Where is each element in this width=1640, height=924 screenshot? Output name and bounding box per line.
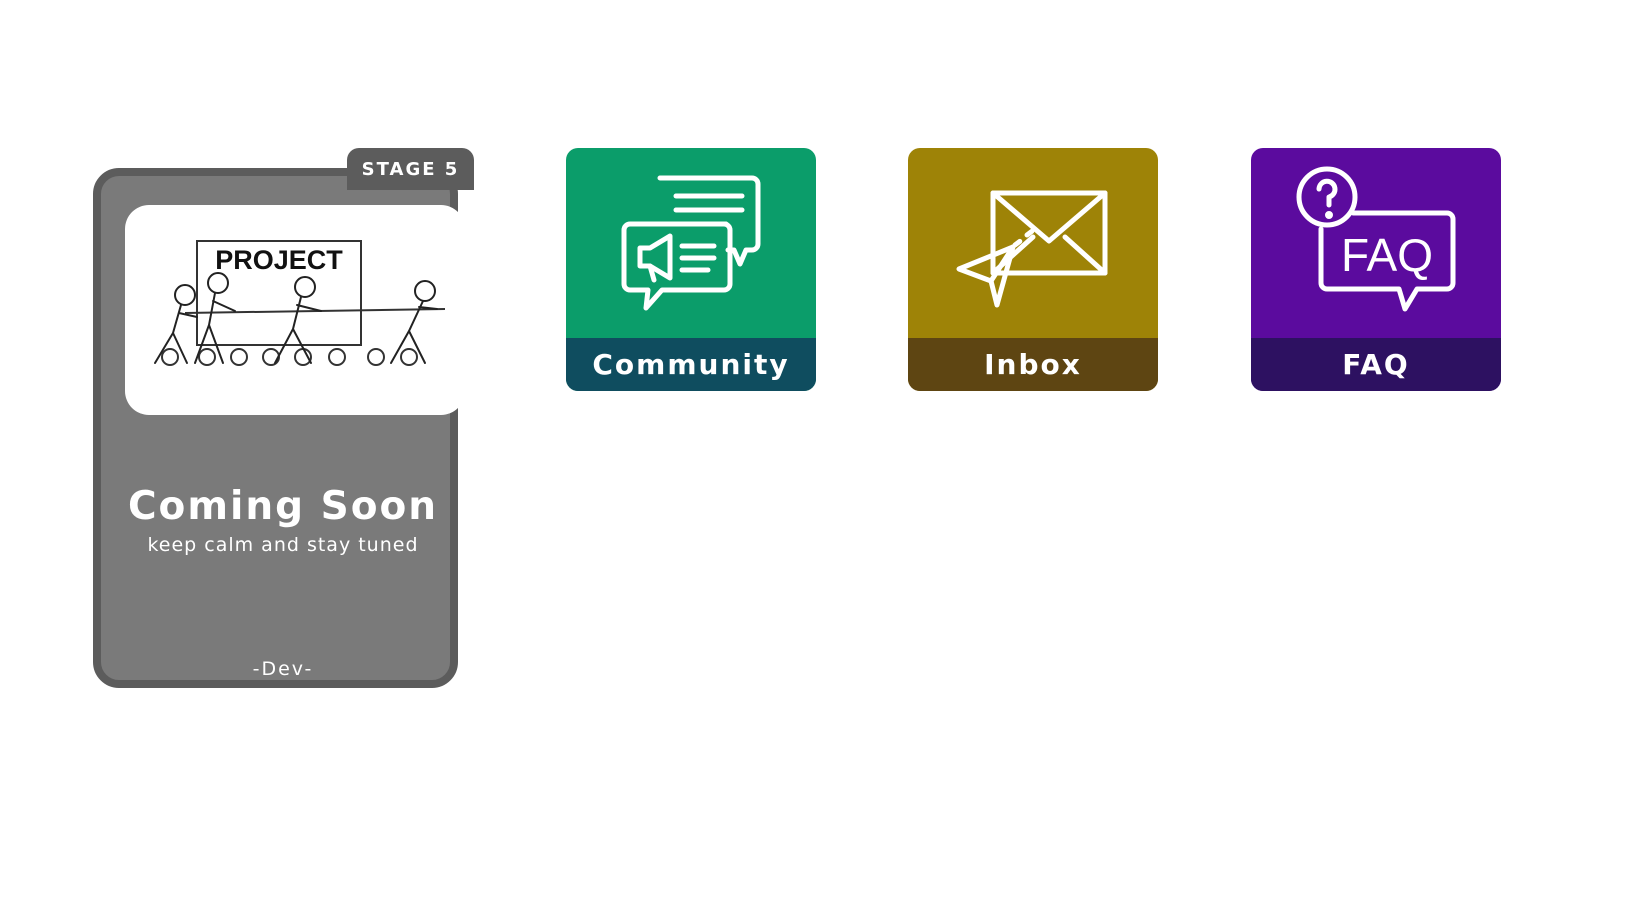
community-tile-label: Community	[566, 338, 816, 391]
faq-tile[interactable]: FAQ FAQ	[1251, 148, 1501, 391]
community-tile[interactable]: Community	[566, 148, 816, 391]
stage-badge: STAGE 5	[347, 148, 474, 190]
inbox-tile[interactable]: Inbox	[908, 148, 1158, 391]
envelope-paper-plane-icon	[908, 148, 1158, 338]
project-illustration: PROJECT	[125, 205, 465, 415]
project-board-label: PROJECT	[215, 245, 343, 275]
coming-soon-author: -Dev-	[252, 658, 314, 680]
faq-question-bubble-icon: FAQ	[1251, 148, 1501, 338]
coming-soon-title: Coming Soon	[127, 484, 439, 529]
faq-tile-label: FAQ	[1251, 338, 1501, 391]
faq-icon-text: FAQ	[1341, 229, 1433, 281]
inbox-tile-label: Inbox	[908, 338, 1158, 391]
chat-megaphone-icon	[566, 148, 816, 338]
coming-soon-subtitle: keep calm and stay tuned	[147, 534, 419, 556]
